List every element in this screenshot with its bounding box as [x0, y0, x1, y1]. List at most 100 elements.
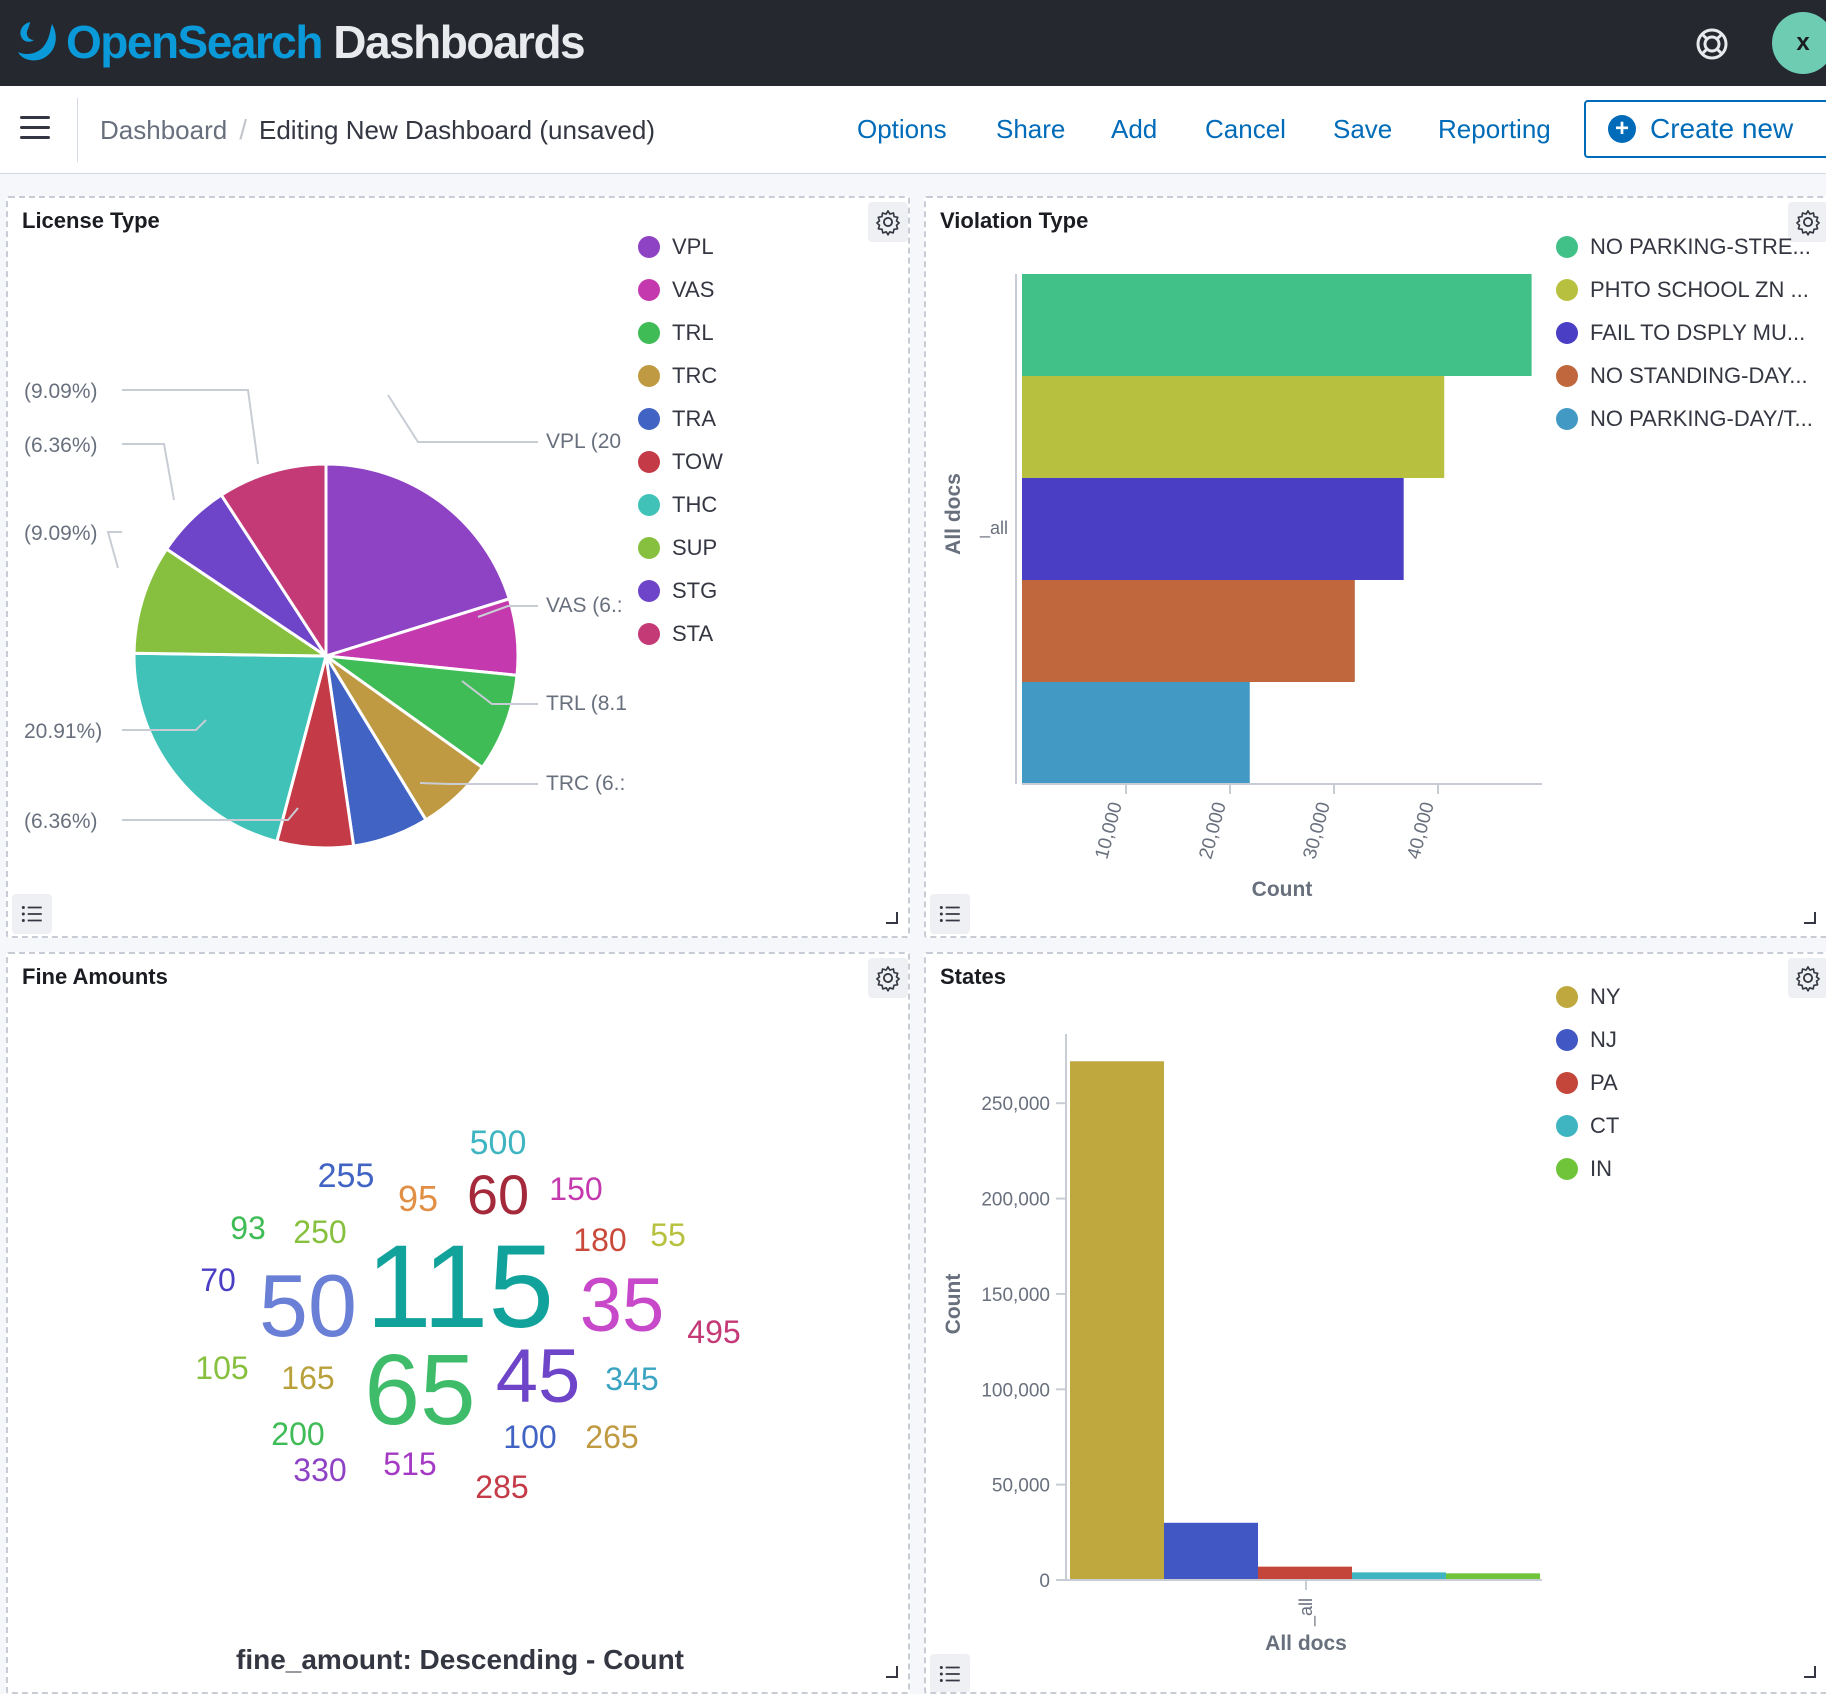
legend-color-dot: [638, 451, 660, 473]
reporting-button[interactable]: Reporting: [1438, 114, 1551, 145]
legend-label: STA: [672, 621, 714, 646]
legend-color-dot: [638, 580, 660, 602]
word-cloud-caption: fine_amount: Descending - Count: [236, 1644, 684, 1675]
legend-color-dot: [1556, 1029, 1578, 1051]
word-cloud-term[interactable]: 495: [687, 1316, 740, 1348]
violation-bar: [1022, 274, 1532, 376]
word-cloud-term[interactable]: 255: [318, 1159, 375, 1193]
resize-handle[interactable]: [1804, 1666, 1816, 1678]
add-button[interactable]: Add: [1111, 114, 1157, 145]
word-cloud-term[interactable]: 45: [496, 1339, 581, 1415]
word-cloud-term[interactable]: 100: [503, 1421, 556, 1453]
word-cloud-term[interactable]: 35: [580, 1268, 665, 1344]
states-bar: [1070, 1061, 1164, 1580]
legend-label: PHTO SCHOOL ZN ...: [1590, 277, 1809, 302]
y-axis-title: Count: [942, 1274, 965, 1335]
word-cloud-term[interactable]: 60: [467, 1167, 529, 1223]
legend-color-dot: [1556, 365, 1578, 387]
gear-icon: [1796, 210, 1820, 236]
violation-bar: [1022, 580, 1355, 682]
breadcrumb-dashboard-link[interactable]: Dashboard: [100, 115, 227, 146]
y-tick-label: 200,000: [981, 1190, 1050, 1211]
word-cloud-term[interactable]: 105: [195, 1352, 248, 1384]
legend-item[interactable]: NO STANDING-DAY...: [1556, 363, 1808, 389]
legend-item[interactable]: CT: [1556, 1113, 1619, 1139]
states-bar: [1258, 1566, 1352, 1580]
help-button[interactable]: [1692, 24, 1732, 64]
word-cloud-term[interactable]: 285: [475, 1471, 528, 1503]
resize-handle[interactable]: [886, 912, 898, 924]
word-cloud-term[interactable]: 150: [549, 1173, 602, 1205]
legend-label: STG: [672, 578, 718, 603]
legend-color-dot: [1556, 408, 1578, 430]
resize-handle[interactable]: [1804, 912, 1816, 924]
resize-handle[interactable]: [886, 1666, 898, 1678]
word-cloud-term[interactable]: 345: [605, 1363, 658, 1395]
legend-item[interactable]: TRA: [638, 406, 716, 432]
word-cloud-term[interactable]: 65: [364, 1340, 475, 1440]
legend-label: NY: [1590, 984, 1621, 1009]
legend-item[interactable]: TRL: [638, 320, 714, 346]
legend-item[interactable]: NJ: [1556, 1027, 1617, 1053]
legend-item[interactable]: STG: [638, 578, 717, 604]
top-header: OpenSearch Dashboards x: [0, 0, 1826, 86]
legend-toggle-button[interactable]: [930, 894, 970, 934]
word-cloud-term[interactable]: 93: [230, 1212, 266, 1244]
panel-options-button[interactable]: [1788, 958, 1826, 998]
options-button[interactable]: Options: [857, 114, 947, 145]
legend-item[interactable]: SUP: [638, 535, 717, 561]
legend-item[interactable]: TOW: [638, 449, 723, 475]
word-cloud-term[interactable]: 250: [293, 1216, 346, 1248]
cancel-button[interactable]: Cancel: [1205, 114, 1286, 145]
legend-label: VPL: [672, 234, 714, 259]
states-bar-chart: 0 50,000 100,000 150,000 200,000 250,000 _all A…: [942, 1034, 1542, 1655]
pie-slice-label: 20.91%): [24, 720, 102, 743]
word-cloud-term[interactable]: 515: [383, 1448, 436, 1480]
word-cloud-term[interactable]: 265: [585, 1421, 638, 1453]
panel-fine-amounts: Fine Amounts 115 65 50 35 45 60 500 255 95 150 93 2…: [6, 952, 910, 1694]
legend-item[interactable]: FAIL TO DSPLY MU...: [1556, 320, 1805, 346]
legend-item[interactable]: THC: [638, 492, 717, 518]
legend-item[interactable]: IN: [1556, 1156, 1612, 1182]
legend-color-dot: [638, 365, 660, 387]
legend-item[interactable]: STA: [638, 621, 713, 647]
x-axis-title: All docs: [1265, 1632, 1347, 1655]
legend-label: TRL: [672, 320, 714, 345]
word-cloud-term[interactable]: 70: [200, 1264, 236, 1296]
legend-item[interactable]: PA: [1556, 1070, 1618, 1096]
y-tick-label: 0: [1039, 1571, 1050, 1592]
word-cloud-term[interactable]: 330: [293, 1454, 346, 1486]
hamburger-menu-button[interactable]: [20, 116, 50, 142]
legend-item[interactable]: NO PARKING-STRE...: [1556, 234, 1811, 260]
create-new-button[interactable]: + Create new: [1584, 100, 1826, 158]
word-cloud-term[interactable]: 50: [259, 1262, 357, 1350]
legend-color-dot: [1556, 236, 1578, 258]
word-cloud-term[interactable]: 180: [573, 1224, 626, 1256]
breadcrumb: Dashboard / Editing New Dashboard (unsav…: [100, 114, 655, 146]
legend-item[interactable]: TRC: [638, 363, 717, 389]
legend-item[interactable]: VPL: [638, 234, 714, 260]
word-cloud-term[interactable]: 115: [366, 1228, 554, 1346]
word-cloud-term[interactable]: 200: [271, 1418, 324, 1450]
word-cloud-term[interactable]: 95: [398, 1181, 438, 1217]
word-cloud-term[interactable]: 55: [650, 1219, 686, 1251]
legend-item[interactable]: VAS: [638, 277, 714, 303]
x-axis-title: Count: [1252, 878, 1313, 901]
brand-logo[interactable]: OpenSearch Dashboards: [14, 12, 586, 72]
x-tick-label: 10,000: [1092, 800, 1127, 862]
legend-item[interactable]: NO PARKING-DAY/T...: [1556, 406, 1813, 432]
list-icon: [21, 905, 42, 923]
legend-label: TRA: [672, 406, 716, 431]
word-cloud-term[interactable]: 500: [470, 1126, 527, 1160]
legend-item[interactable]: PHTO SCHOOL ZN ...: [1556, 277, 1809, 303]
legend-toggle-button[interactable]: [930, 1654, 970, 1692]
panel-options-button[interactable]: [868, 202, 908, 242]
save-button[interactable]: Save: [1333, 114, 1392, 145]
pie-leader-line: [419, 782, 538, 785]
word-cloud-term[interactable]: 165: [281, 1362, 334, 1394]
user-avatar[interactable]: x: [1772, 12, 1826, 74]
pie-slice-label: (6.36%): [24, 434, 98, 457]
legend-toggle-button[interactable]: [12, 894, 52, 934]
share-button[interactable]: Share: [996, 114, 1065, 145]
legend-item[interactable]: NY: [1556, 984, 1621, 1010]
